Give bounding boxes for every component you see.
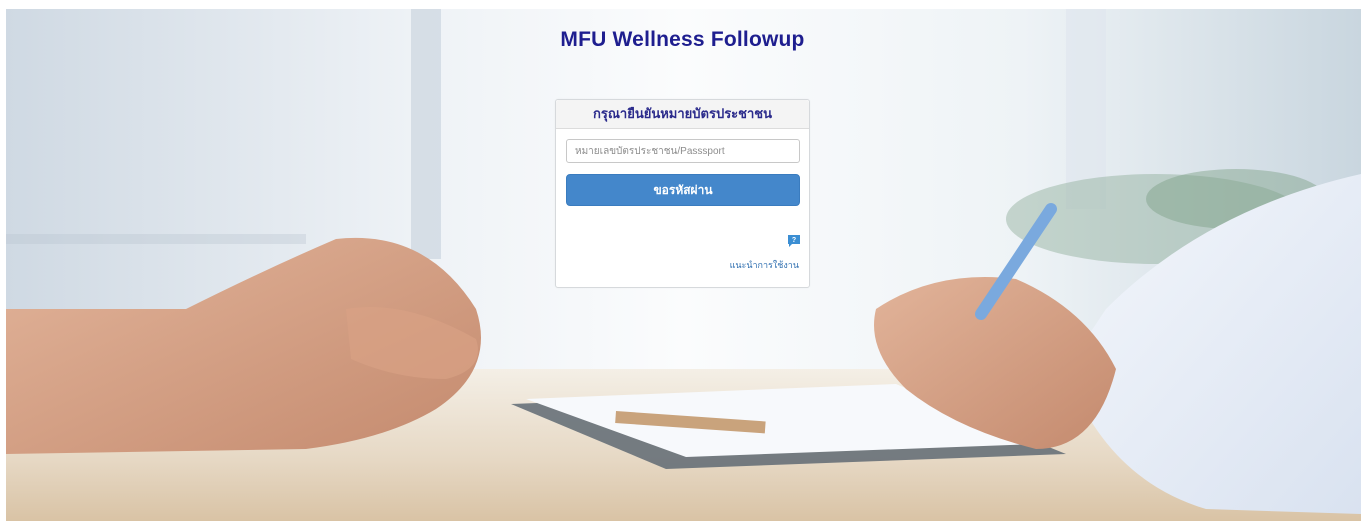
- svg-text:?: ?: [792, 237, 796, 244]
- id-verification-card: กรุณายืนยันหมายบัตรประชาชน ขอรหัสผ่าน ? …: [555, 99, 810, 288]
- request-password-button[interactable]: ขอรหัสผ่าน: [566, 174, 800, 206]
- citizen-id-input[interactable]: [566, 139, 800, 163]
- page-title: MFU Wellness Followup: [560, 28, 805, 51]
- user-guide-link[interactable]: แนะนำการใช้งาน: [730, 258, 799, 272]
- help-speech-bubble-icon[interactable]: ?: [787, 234, 801, 248]
- card-header: กรุณายืนยันหมายบัตรประชาชน: [556, 100, 809, 129]
